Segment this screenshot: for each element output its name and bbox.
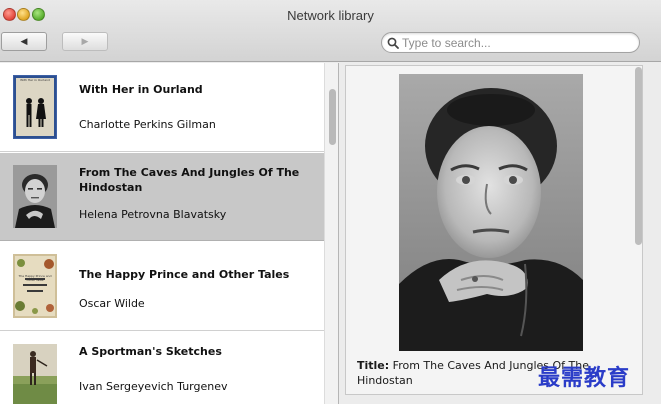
book-cover	[13, 344, 57, 404]
book-title: A Sportman's Sketches	[79, 345, 222, 358]
author-portrait-image	[399, 74, 583, 351]
forward-button[interactable]: ▶	[62, 32, 108, 51]
forward-arrow-icon: ▶	[81, 36, 89, 47]
book-detail-card: Title: From The Caves And Jungles Of The…	[345, 65, 643, 395]
book-cover: With Her in Ourland	[13, 75, 57, 139]
search-box[interactable]	[381, 32, 640, 53]
book-title: From The Caves And Jungles Of The Hindos…	[79, 166, 300, 194]
detail-scrollbar-thumb[interactable]	[635, 67, 642, 245]
book-author: Helena Petrovna Blavatsky	[79, 208, 227, 221]
watermark-logo: 最需教育	[538, 365, 631, 391]
book-title: With Her in Ourland	[79, 83, 203, 96]
book-author: Ivan Sergeyevich Turgenev	[79, 380, 228, 393]
book-list-item-selected[interactable]: From The Caves And Jungles Of The Hindos…	[0, 153, 324, 241]
book-list-item[interactable]: The Happy Prince and Other Tales The Hap…	[0, 242, 324, 331]
book-title: The Happy Prince and Other Tales	[79, 268, 290, 281]
book-author: Charlotte Perkins Gilman	[79, 118, 216, 131]
network-library-window: Network library ◀ ▶ Type to search... Wi…	[0, 0, 661, 404]
search-input[interactable]	[402, 33, 632, 52]
book-list-scrollbar-thumb[interactable]	[329, 89, 336, 145]
book-detail-panel: Title: From The Caves And Jungles Of The…	[340, 63, 661, 404]
book-cover-title: With Her in Ourland	[20, 78, 50, 82]
title-bar: Network library ◀ ▶	[0, 0, 661, 62]
book-author: Oscar Wilde	[79, 297, 145, 310]
book-cover: The Happy Prince and Other Tales	[13, 254, 57, 318]
book-list: With Her in Ourland With Her in Ourland …	[0, 63, 339, 404]
search-icon	[386, 36, 400, 50]
book-list-item[interactable]: A Sportman's Sketches Ivan Sergeyevich T…	[0, 332, 324, 404]
book-list-item[interactable]: With Her in Ourland With Her in Ourland …	[0, 63, 324, 152]
book-cover-title: The Happy Prince and Other Tales	[18, 274, 52, 282]
detail-title-label: Title:	[357, 359, 390, 372]
back-arrow-icon: ◀	[20, 36, 28, 47]
back-button[interactable]: ◀	[1, 32, 47, 51]
window-title: Network library	[287, 8, 374, 23]
book-list-scrollbar[interactable]	[324, 63, 338, 404]
detail-scrollbar[interactable]	[633, 65, 644, 395]
book-cover	[13, 165, 57, 228]
